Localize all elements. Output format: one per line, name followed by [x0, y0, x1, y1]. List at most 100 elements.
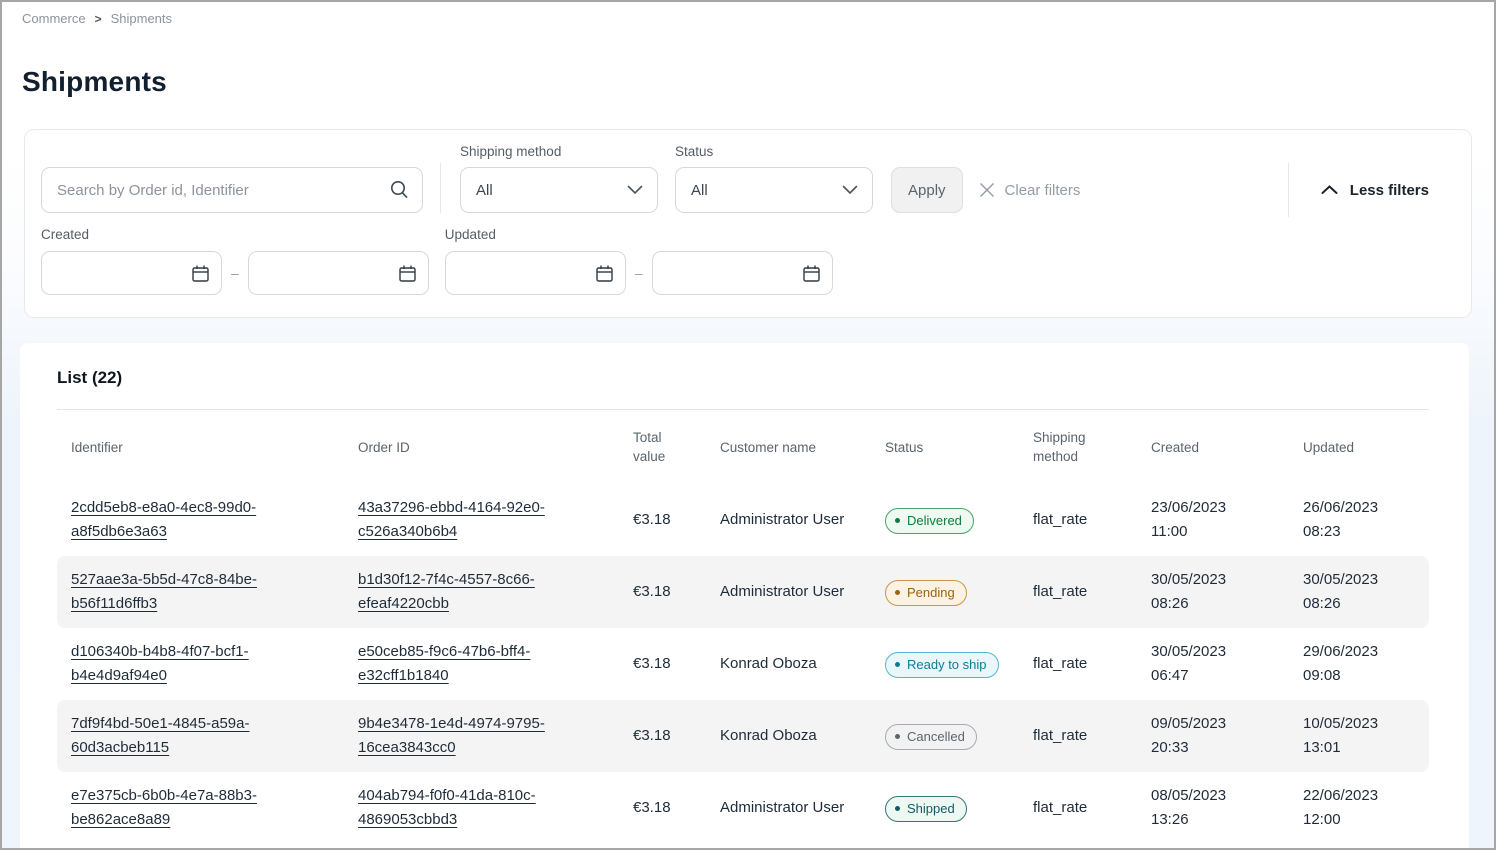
less-filters-toggle[interactable]: Less filters — [1313, 167, 1455, 213]
updated-time: 08:26 — [1303, 592, 1419, 616]
cell-customer-name: Administrator User — [706, 500, 871, 540]
chevron-down-icon — [842, 185, 858, 195]
cell-status: Delivered — [871, 499, 1019, 542]
status-field: Status All — [675, 144, 873, 213]
breadcrumb: Commerce > Shipments — [2, 2, 1494, 26]
table-header-row: Identifier Order ID Total value Customer… — [57, 410, 1429, 484]
close-icon — [979, 182, 995, 198]
shipping-method-select[interactable]: All — [460, 167, 658, 213]
updated-time: 12:00 — [1303, 808, 1419, 832]
cell-created: 30/05/2023 06:47 — [1137, 632, 1289, 696]
updated-to-wrap — [652, 251, 833, 295]
breadcrumb-separator-icon: > — [95, 12, 102, 26]
search-icon — [389, 179, 410, 200]
cell-total-value: €3.18 — [619, 788, 706, 828]
updated-date: 22/06/2023 — [1303, 784, 1419, 808]
chevron-up-icon — [1321, 185, 1338, 195]
list-title: List (22) — [57, 368, 1469, 388]
column-header-status: Status — [871, 438, 1019, 457]
identifier-link[interactable]: 7df9f4bd-50e1-4845-a59a-60d3acbeb115 — [71, 715, 249, 756]
cell-total-value: €3.18 — [619, 716, 706, 756]
cell-shipping-method: flat_rate — [1019, 644, 1137, 684]
calendar-icon[interactable] — [595, 264, 614, 283]
order-id-link[interactable]: b1d30f12-7f4c-4557-8c66-efeaf4220cbb — [358, 571, 535, 612]
created-time: 13:26 — [1151, 808, 1279, 832]
shipping-method-label: Shipping method — [460, 144, 658, 159]
status-badge-label: Shipped — [907, 800, 955, 817]
created-from-wrap — [41, 251, 222, 295]
status-dot-icon — [895, 662, 900, 667]
cell-identifier: d106340b-b4b8-4f07-bcf1-b4e4d9af94e0 — [57, 632, 344, 696]
cell-customer-name: Administrator User — [706, 788, 871, 828]
column-header-created: Created — [1137, 438, 1289, 457]
table-row: 2cdd5eb8-e8a0-4ec8-99d0-a8f5db6e3a63 43a… — [57, 484, 1429, 556]
calendar-icon[interactable] — [802, 264, 821, 283]
created-time: 06:47 — [1151, 664, 1279, 688]
order-id-link[interactable]: 404ab794-f0f0-41da-810c-4869053cbbd3 — [358, 787, 536, 828]
cell-created: 08/05/2023 13:26 — [1137, 776, 1289, 840]
shipping-method-value: All — [476, 182, 493, 199]
status-select[interactable]: All — [675, 167, 873, 213]
less-filters-label: Less filters — [1350, 182, 1429, 199]
created-range-inputs: – — [41, 251, 429, 295]
order-id-link[interactable]: 9b4e3478-1e4d-4974-9795-16cea3843cc0 — [358, 715, 545, 756]
column-header-total-value: Total value — [619, 428, 706, 466]
column-header-shipping-method: Shipping method — [1019, 428, 1137, 466]
cell-status: Pending — [871, 571, 1019, 614]
divider — [1288, 163, 1289, 217]
cell-customer-name: Konrad Oboza — [706, 716, 871, 756]
created-time: 11:00 — [1151, 520, 1279, 544]
updated-date: 30/05/2023 — [1303, 568, 1419, 592]
created-date: 30/05/2023 — [1151, 640, 1279, 664]
table-row: 7df9f4bd-50e1-4845-a59a-60d3acbeb115 9b4… — [57, 700, 1429, 772]
status-dot-icon — [895, 734, 900, 739]
status-badge: Ready to ship — [885, 652, 999, 678]
calendar-icon[interactable] — [398, 264, 417, 283]
created-date: 23/06/2023 — [1151, 496, 1279, 520]
shipments-table: Identifier Order ID Total value Customer… — [57, 410, 1429, 844]
search-input[interactable] — [41, 167, 423, 213]
cell-identifier: e7e375cb-6b0b-4e7a-88b3-be862ace8a89 — [57, 776, 344, 840]
order-id-link[interactable]: e50ceb85-f9c6-47b6-bff4-e32cff1b1840 — [358, 643, 530, 684]
created-date: 08/05/2023 — [1151, 784, 1279, 808]
cell-order-id: 43a37296-ebbd-4164-92e0-c526a340b6b4 — [344, 488, 619, 552]
created-to-wrap — [248, 251, 429, 295]
status-dot-icon — [895, 518, 900, 523]
cell-updated: 30/05/2023 08:26 — [1289, 560, 1429, 624]
identifier-link[interactable]: e7e375cb-6b0b-4e7a-88b3-be862ace8a89 — [71, 787, 257, 828]
cell-customer-name: Administrator User — [706, 572, 871, 612]
updated-from-wrap — [445, 251, 626, 295]
chevron-down-icon — [627, 185, 643, 195]
customer-name: Konrad Oboza — [720, 724, 817, 748]
identifier-link[interactable]: 2cdd5eb8-e8a0-4ec8-99d0-a8f5db6e3a63 — [71, 499, 256, 540]
table-row: 527aae3a-5b5d-47c8-84be-b56f11d6ffb3 b1d… — [57, 556, 1429, 628]
status-value: All — [691, 182, 708, 199]
cell-customer-name: Konrad Oboza — [706, 644, 871, 684]
shipments-page: Commerce > Shipments Shipments Shipping … — [0, 0, 1496, 850]
cell-order-id: 404ab794-f0f0-41da-810c-4869053cbbd3 — [344, 776, 619, 840]
apply-button[interactable]: Apply — [891, 167, 963, 213]
customer-name: Administrator User — [720, 796, 844, 820]
cell-updated: 22/06/2023 12:00 — [1289, 776, 1429, 840]
status-badge: Pending — [885, 580, 967, 606]
cell-order-id: e50ceb85-f9c6-47b6-bff4-e32cff1b1840 — [344, 632, 619, 696]
shipping-method-field: Shipping method All — [460, 144, 658, 213]
breadcrumb-item-commerce[interactable]: Commerce — [22, 11, 86, 26]
order-id-link[interactable]: 43a37296-ebbd-4164-92e0-c526a340b6b4 — [358, 499, 545, 540]
cell-created: 23/06/2023 11:00 — [1137, 488, 1289, 552]
filter-row-primary: Shipping method All Status All — [41, 144, 1455, 213]
divider — [440, 163, 441, 213]
identifier-link[interactable]: 527aae3a-5b5d-47c8-84be-b56f11d6ffb3 — [71, 571, 257, 612]
cell-updated: 29/06/2023 09:08 — [1289, 632, 1429, 696]
clear-filters-button[interactable]: Clear filters — [979, 167, 1081, 213]
table-row: d106340b-b4b8-4f07-bcf1-b4e4d9af94e0 e50… — [57, 628, 1429, 700]
identifier-link[interactable]: d106340b-b4b8-4f07-bcf1-b4e4d9af94e0 — [71, 643, 249, 684]
column-header-updated: Updated — [1289, 438, 1429, 457]
range-dash: – — [635, 265, 643, 281]
status-dot-icon — [895, 590, 900, 595]
cell-order-id: b1d30f12-7f4c-4557-8c66-efeaf4220cbb — [344, 560, 619, 624]
cell-status: Cancelled — [871, 715, 1019, 758]
calendar-icon[interactable] — [191, 264, 210, 283]
updated-date: 10/05/2023 — [1303, 712, 1419, 736]
status-badge-label: Ready to ship — [907, 656, 987, 673]
